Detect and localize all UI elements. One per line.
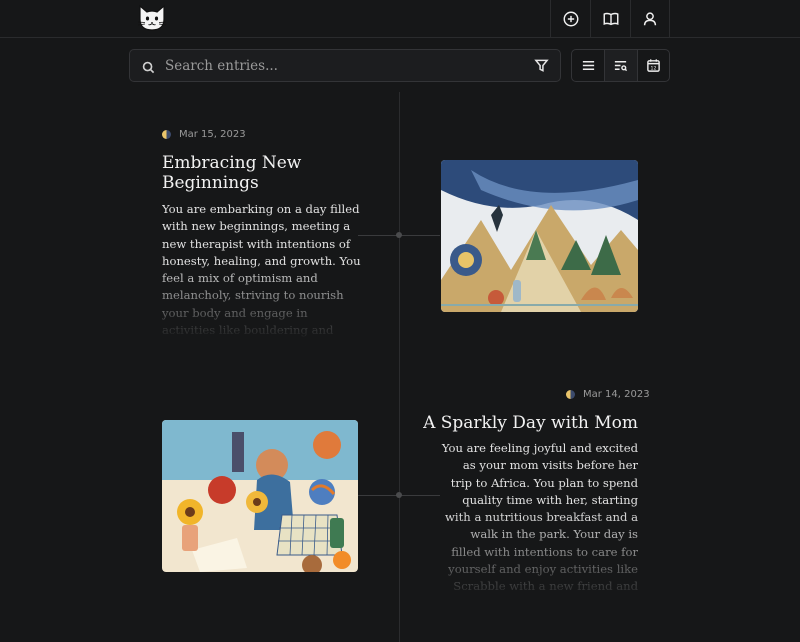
entry-title[interactable]: A Sparkly Day with Mom [420,413,638,433]
entry-body: You are embarking on a day filled with n… [162,202,361,337]
entry-title[interactable]: Embracing New Beginnings [162,153,362,193]
entry-date: Mar 15, 2023 [162,129,246,140]
user-icon [643,12,657,26]
svg-text:12: 12 [650,66,656,72]
journal-button[interactable] [590,0,630,38]
moon-phase-icon [162,130,171,139]
plus-circle-icon [563,11,578,27]
book-icon [603,12,618,26]
new-entry-button[interactable] [550,0,590,38]
timeline-dot [396,232,402,238]
list-view-button[interactable] [572,50,604,81]
timeline-line [399,92,400,642]
search-bar [129,49,561,82]
search-icon [142,59,155,74]
entry-body: You are feeling joyful and excited as yo… [441,441,638,598]
timeline-dot [396,492,402,498]
entry-image[interactable] [441,160,638,312]
filter-icon[interactable] [534,58,550,74]
entry-date-text: Mar 15, 2023 [179,129,246,140]
list-search-view-icon [615,61,628,72]
cat-logo[interactable] [136,3,168,33]
view-toggle: 12 [571,49,670,82]
top-nav [0,0,800,38]
entry-image[interactable] [162,420,358,572]
entry-date: Mar 14, 2023 [566,389,650,400]
calendar-view-button[interactable]: 12 [636,50,669,81]
search-input[interactable] [165,57,534,74]
moon-phase-icon [566,390,575,399]
list-search-view-button[interactable] [604,50,637,81]
profile-button[interactable] [630,0,670,38]
entry-date-text: Mar 14, 2023 [583,389,650,400]
calendar-view-icon: 12 [647,59,660,72]
list-view-icon [582,61,594,70]
